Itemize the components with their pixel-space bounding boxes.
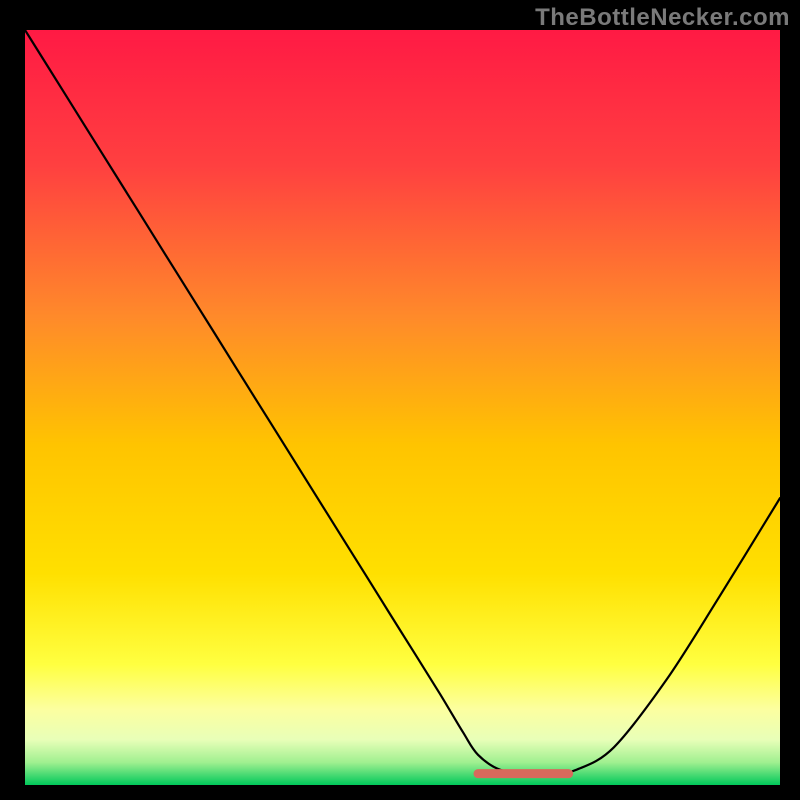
watermark-text: TheBottleNecker.com <box>535 4 790 32</box>
plot-area <box>25 30 780 785</box>
chart-frame: TheBottleNecker.com <box>0 0 800 800</box>
gradient-bg <box>25 30 780 785</box>
chart-svg <box>25 30 780 785</box>
